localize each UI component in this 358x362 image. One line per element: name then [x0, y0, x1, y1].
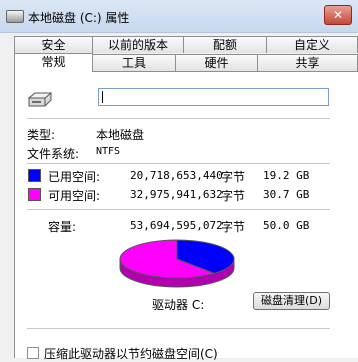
tab-customize[interactable]: 自定义 [266, 36, 358, 53]
drive-icon [6, 10, 24, 23]
free-space-unit: 字节 [221, 189, 246, 203]
separator [27, 328, 330, 329]
tab-hardware[interactable]: 硬件 [175, 54, 258, 71]
tab-quota[interactable]: 配额 [183, 36, 267, 53]
free-space-label: 可用空间: [48, 189, 101, 203]
tab-sharing[interactable]: 共享 [257, 54, 358, 71]
drive-letter-label: 驱动器 C: [152, 298, 205, 312]
used-space-size: 19.2 GB [263, 169, 310, 182]
hard-disk-icon [27, 92, 53, 107]
free-space-swatch [28, 188, 41, 201]
capacity-unit: 字节 [221, 220, 246, 234]
type-label: 类型: [27, 128, 56, 142]
used-space-label: 已用空间: [48, 170, 101, 184]
capacity-bytes: 53,694,595,072 [130, 219, 223, 232]
disk-usage-pie [119, 239, 235, 288]
used-space-swatch [28, 169, 41, 182]
tab-general[interactable]: 常规 [14, 53, 93, 72]
used-space-unit: 字节 [221, 170, 246, 184]
window-title: 本地磁盘 (C:) 属性 [28, 11, 130, 25]
used-space-bytes: 20,718,653,440 [130, 169, 223, 182]
close-button[interactable]: ✕ [324, 5, 352, 25]
free-space-size: 30.7 GB [263, 188, 310, 201]
drive-name-input[interactable] [98, 88, 329, 106]
filesystem-value: NTFS [96, 146, 121, 157]
compress-checkbox[interactable] [27, 347, 39, 359]
capacity-label: 容量: [48, 220, 77, 234]
tab-previous-versions[interactable]: 以前的版本 [92, 36, 184, 53]
title-bar: 本地磁盘 (C:) 属性 ✕ [0, 0, 358, 33]
filesystem-label: 文件系统: [27, 147, 80, 161]
separator [27, 163, 330, 164]
separator [27, 209, 330, 210]
compress-label[interactable]: 压缩此驱动器以节约磁盘空间(C) [44, 345, 218, 362]
disk-cleanup-button[interactable]: 磁盘清理(D) [253, 292, 330, 310]
separator [27, 118, 330, 119]
general-panel [14, 71, 358, 358]
tab-tools[interactable]: 工具 [92, 54, 176, 71]
free-space-bytes: 32,975,941,632 [130, 188, 223, 201]
type-value: 本地磁盘 [96, 128, 145, 142]
tab-security[interactable]: 安全 [14, 36, 93, 53]
capacity-size: 50.0 GB [263, 219, 310, 232]
